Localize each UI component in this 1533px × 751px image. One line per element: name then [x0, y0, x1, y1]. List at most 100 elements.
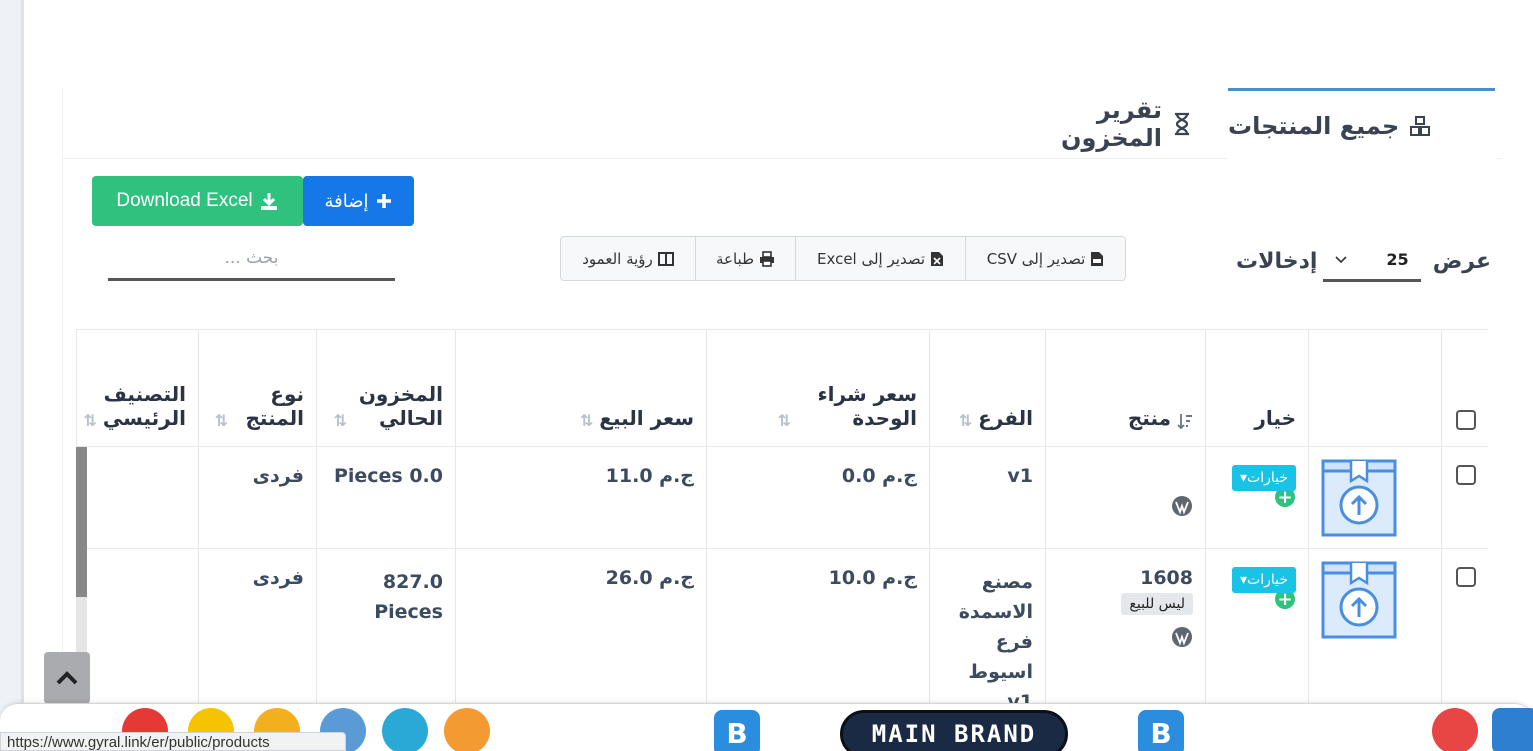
header-branch[interactable]: الفرع ⇅ [929, 330, 1045, 446]
row-select-cell [1441, 549, 1488, 709]
product-box-icon[interactable] [1321, 561, 1397, 639]
unit-price-value: ج.م 0.0 [841, 465, 917, 487]
add-product-button[interactable]: إضافة [303, 176, 414, 226]
type-cell: فردى [198, 447, 316, 548]
sell-price-value: ج.م 11.0 [605, 465, 694, 487]
page: جميع المنتجات تقرير المخزون Download Exc… [0, 0, 1533, 751]
row-checkbox[interactable] [1456, 465, 1476, 485]
branch-cell: مصنع الاسمدة فرع اسيوط v1 [929, 549, 1045, 709]
header-main-category[interactable]: التصنيف الرئيسي ⇅ [76, 330, 198, 446]
branch-value: v1 [1007, 465, 1033, 487]
header-select-all-cell [1441, 330, 1488, 446]
status-url-tooltip: https://www.gyral.link/er/public/product… [0, 732, 346, 751]
row-checkbox[interactable] [1456, 567, 1476, 587]
sort-desc-icon [1177, 414, 1192, 430]
plus-icon [376, 194, 391, 208]
category-cell [76, 549, 198, 709]
user-avatar-icon[interactable] [382, 708, 428, 751]
wordpress-icon [1172, 627, 1192, 647]
options-cell: خيارات▾ [1205, 447, 1308, 548]
csv-file-icon [1091, 251, 1104, 266]
options-cell: خيارات▾ [1205, 549, 1308, 709]
header-options[interactable]: خيار [1205, 330, 1308, 446]
tab-stock-report[interactable]: تقرير المخزون [990, 88, 1210, 160]
cubes-icon [1410, 115, 1431, 136]
row-select-cell [1441, 447, 1488, 548]
sort-icon: ⇅ [958, 411, 973, 430]
header-current-stock[interactable]: المخزون الحالي ⇅ [316, 330, 455, 446]
chevron-up-icon [56, 671, 78, 685]
header-unit-price[interactable]: سعر شراء الوحدة ⇅ [706, 330, 929, 446]
column-visibility-button[interactable]: رؤية العمود [561, 237, 695, 280]
table-row: + خيارات▾ v1 ج.م 0.0 ج.م 11.0 Pieces 0.0 [76, 447, 1488, 549]
not-for-sale-badge: ليس للبيع [1121, 593, 1193, 615]
type-value: فردى [252, 567, 304, 589]
print-button[interactable]: طباعة [695, 237, 795, 280]
print-icon [760, 250, 775, 267]
category-cell [76, 447, 198, 548]
stock-cell: Pieces 0.0 [316, 447, 455, 548]
row-options-dropdown[interactable]: خيارات▾ [1231, 465, 1296, 491]
row-options-dropdown[interactable]: خيارات▾ [1231, 567, 1296, 593]
user-avatar-icon[interactable] [444, 708, 490, 751]
header-sell-price[interactable]: سعر البيع ⇅ [455, 330, 706, 446]
header-unit-price-label: سعر شراء الوحدة [817, 382, 917, 430]
sell-price-value: ج.م 26.0 [605, 567, 694, 589]
sort-icon: ⇅ [777, 411, 791, 430]
header-current-stock-label: المخزون الحالي [358, 382, 443, 430]
export-csv-button[interactable]: تصدير إلى CSV [965, 237, 1125, 280]
unit-price-value: ج.م 10.0 [828, 567, 917, 589]
header-product-type[interactable]: نوع المنتج ⇅ [198, 330, 316, 446]
b-app-icon[interactable]: B [1138, 710, 1184, 751]
export-csv-label: تصدير إلى CSV [986, 249, 1086, 268]
select-all-checkbox[interactable] [1456, 410, 1476, 430]
tab-all-products[interactable]: جميع المنتجات [1228, 88, 1495, 160]
excel-file-icon [931, 251, 944, 266]
product-box-icon[interactable] [1321, 459, 1397, 537]
main-brand-logo[interactable]: MAIN BRAND [840, 710, 1068, 751]
unit-price-cell: ج.م 10.0 [706, 549, 929, 709]
scroll-to-top-button[interactable] [44, 652, 90, 704]
scrollbar-thumb[interactable] [76, 447, 87, 597]
header-sell-price-label: سعر البيع [599, 406, 694, 430]
b-app-icon[interactable]: B [714, 710, 760, 751]
download-excel-button[interactable]: Download Excel [92, 176, 303, 226]
clipboard-icon[interactable] [1492, 708, 1533, 751]
wordpress-icon [1172, 496, 1192, 516]
header-options-label: خيار [1254, 406, 1296, 430]
sell-price-cell: ج.م 26.0 [455, 549, 706, 709]
columns-icon [657, 251, 674, 266]
status-url-text: https://www.gyral.link/er/public/product… [7, 734, 270, 751]
eye-icon[interactable] [1432, 708, 1478, 751]
sidebar-edge [0, 0, 24, 751]
branch-value: مصنع الاسمدة فرع اسيوط v1 [958, 571, 1033, 709]
products-table: خيار منتج الفرع ⇅ سعر شراء الوحدة ⇅ سعر … [76, 329, 1488, 709]
product-cell [1045, 447, 1205, 548]
type-value: فردى [252, 465, 304, 487]
entries-select[interactable]: 25 [1323, 240, 1421, 282]
sell-price-cell: ج.م 11.0 [455, 447, 706, 548]
tab-stock-report-label: تقرير المخزون [1061, 96, 1162, 152]
product-cell: 1608 ليس للبيع [1045, 549, 1205, 709]
sort-icon: ⇅ [214, 411, 228, 430]
row-options-label: خيارات [1247, 572, 1288, 588]
export-excel-button[interactable]: تصدير إلى Excel [795, 237, 965, 280]
b-app-label: B [1150, 716, 1172, 750]
sort-icon: ⇅ [579, 411, 594, 430]
sort-icon: ⇅ [83, 411, 97, 430]
tab-all-products-label: جميع المنتجات [1228, 111, 1400, 140]
product-image-cell: + [1275, 447, 1441, 548]
stock-cell: 827.0 Pieces [316, 549, 455, 709]
b-app-label: B [726, 716, 748, 750]
header-branch-label: الفرع [978, 406, 1033, 430]
row-options-label: خيارات [1247, 470, 1288, 486]
search-input[interactable]: بحث ... [108, 240, 395, 281]
header-product-type-label: نوع المنتج [245, 382, 304, 430]
product-name: 1608 [1140, 567, 1193, 589]
hourglass-icon [1175, 112, 1189, 136]
header-product[interactable]: منتج [1045, 330, 1205, 446]
entries-label: إدخالات [1236, 248, 1318, 274]
stock-value: Pieces 0.0 [333, 465, 443, 487]
main-brand-label: MAIN BRAND [871, 720, 1037, 748]
entries-select-value: 25 [1386, 250, 1409, 269]
